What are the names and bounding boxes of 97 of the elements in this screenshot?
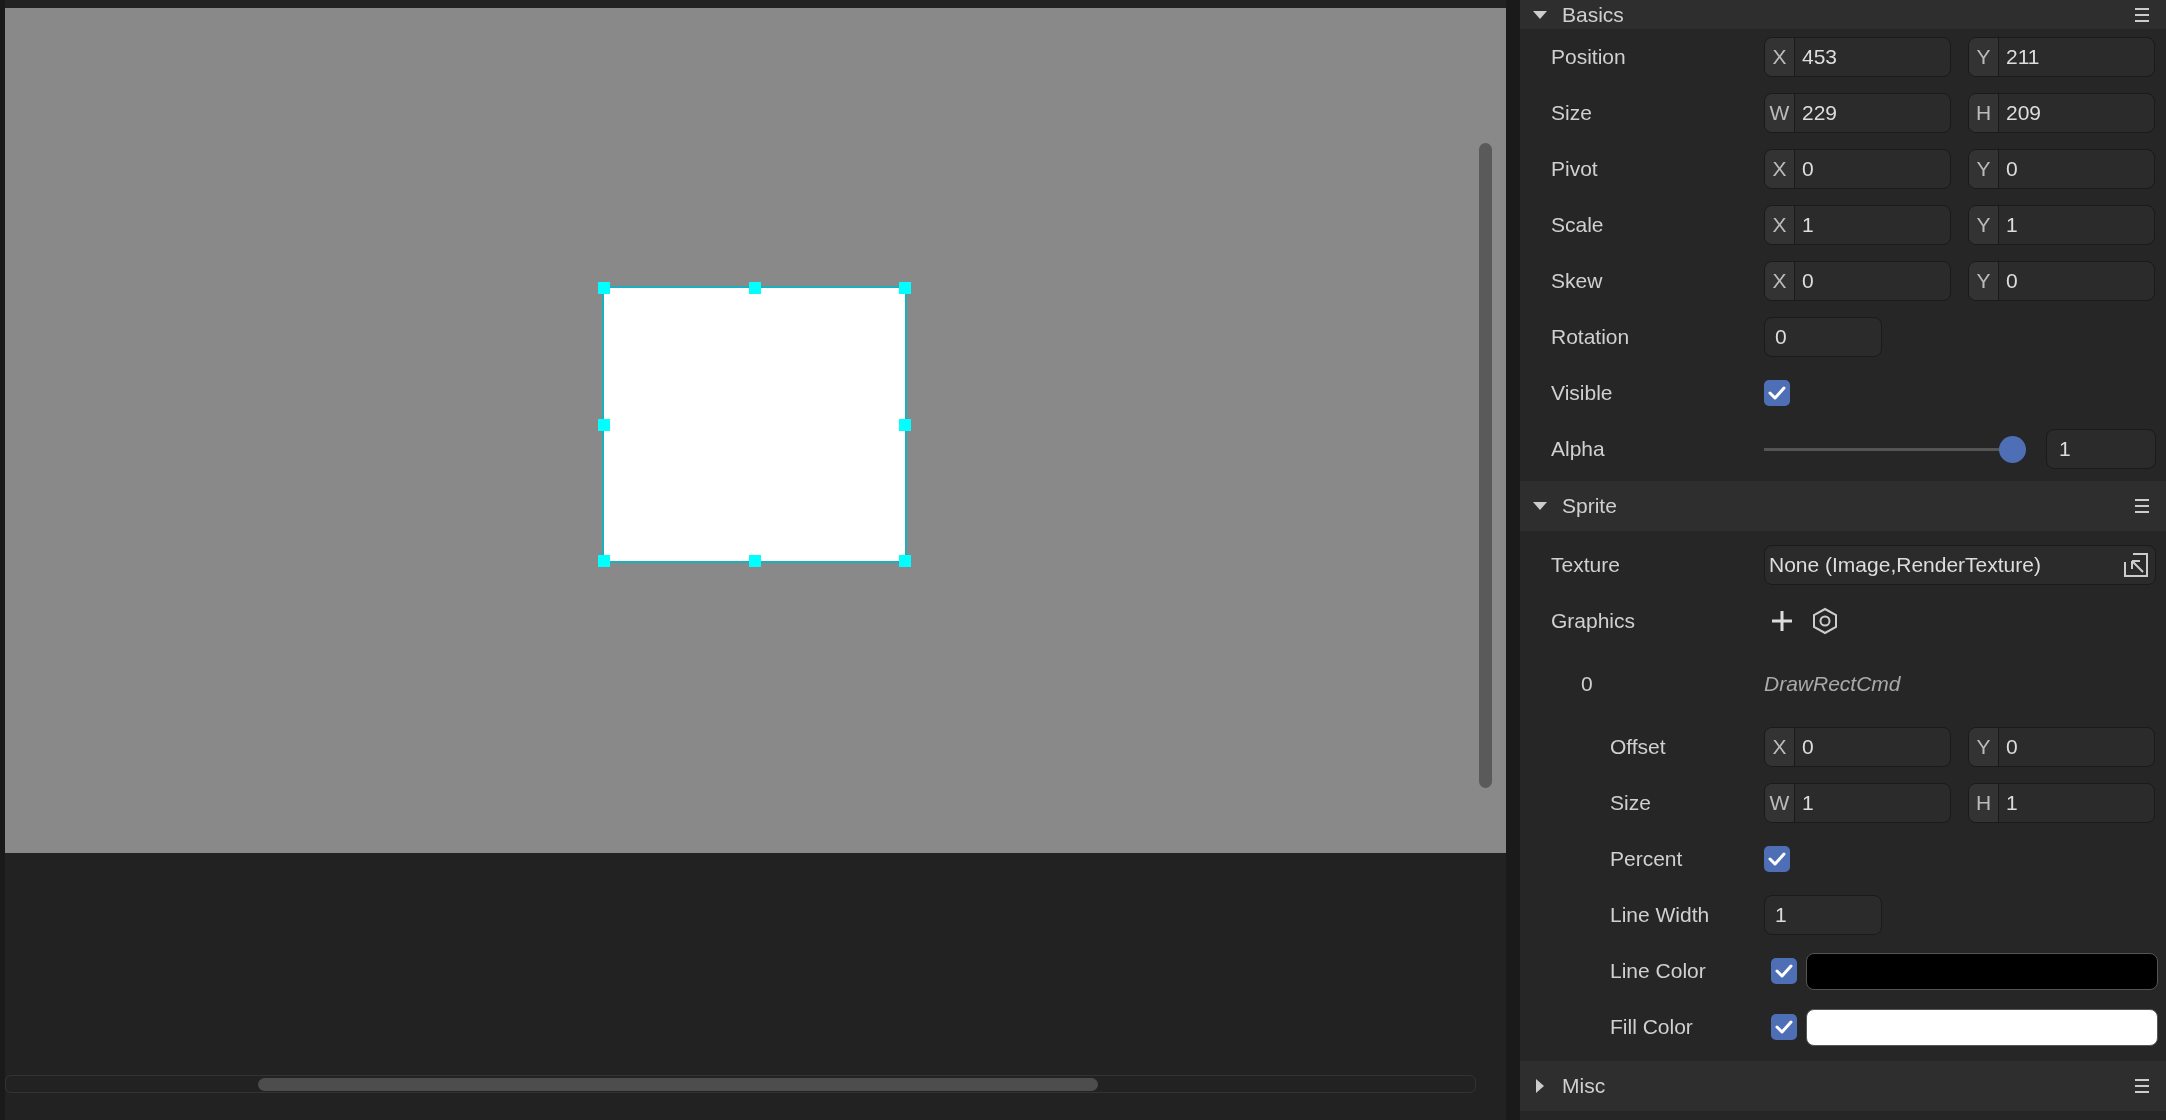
number-field[interactable]: 1: [2046, 429, 2156, 469]
property-label: Visible: [1550, 380, 1614, 407]
axis-label: Y: [1969, 206, 1999, 244]
section-header[interactable]: Basics: [1520, 0, 2166, 29]
axis-label: W: [1765, 94, 1795, 132]
resize-handle[interactable]: [899, 555, 911, 567]
property-label: Alpha: [1550, 436, 1606, 463]
section-title: Sprite: [1562, 493, 1617, 520]
number-field[interactable]: X 0: [1764, 727, 1951, 767]
number-field[interactable]: Y 1: [1968, 205, 2155, 245]
axis-label: Y: [1969, 262, 1999, 300]
field-value: 229: [1801, 100, 1839, 127]
axis-label: X: [1765, 206, 1795, 244]
pick-icon[interactable]: [2123, 552, 2149, 578]
number-field[interactable]: Y 0: [1968, 727, 2155, 767]
axis-label: Y: [1969, 728, 1999, 766]
axis-label: X: [1765, 728, 1795, 766]
section-title: Basics: [1562, 1, 1624, 28]
number-field[interactable]: 0: [1764, 317, 1882, 357]
command-name: DrawRectCmd: [1764, 671, 1901, 698]
resize-handle[interactable]: [748, 282, 761, 294]
property-label: Rotation: [1550, 324, 1631, 351]
checkmark-icon: [1775, 1020, 1793, 1034]
axis-label: H: [1969, 784, 1999, 822]
property-label: Position: [1550, 44, 1627, 71]
property-label: Size: [1609, 790, 1652, 817]
field-value: 0: [2005, 734, 2019, 761]
property-label: Graphics: [1550, 608, 1637, 635]
number-field[interactable]: W 229: [1764, 93, 1951, 133]
settings-icon[interactable]: [1812, 607, 1838, 635]
resize-handle[interactable]: [598, 555, 610, 567]
field-value: 0: [2005, 156, 2019, 183]
menu-icon[interactable]: [2134, 6, 2150, 23]
field-value: 1: [2005, 212, 2019, 239]
number-field[interactable]: 1: [1764, 895, 1882, 935]
checkmark-icon: [1768, 852, 1786, 866]
horizontal-scrollbar[interactable]: [258, 1078, 1098, 1091]
property-label: Scale: [1550, 212, 1605, 239]
vertical-scrollbar[interactable]: [1479, 143, 1492, 788]
section-title: Misc: [1562, 1073, 1606, 1100]
field-value: 1: [1801, 790, 1815, 817]
slider-thumb[interactable]: [1999, 435, 2026, 463]
field-value: 1: [1801, 212, 1815, 239]
field-value: 1: [2005, 790, 2019, 817]
property-label: Skew: [1550, 268, 1604, 295]
property-label: Line Width: [1609, 902, 1711, 929]
number-field[interactable]: X 1: [1764, 205, 1951, 245]
resize-handle[interactable]: [598, 282, 610, 294]
menu-icon[interactable]: [2134, 498, 2150, 514]
resize-handle[interactable]: [899, 282, 911, 294]
axis-label: Y: [1969, 38, 1999, 76]
resize-handle[interactable]: [899, 418, 911, 431]
checkmark-icon: [1775, 964, 1793, 978]
axis-label: Y: [1969, 150, 1999, 188]
color-swatch[interactable]: [1806, 1008, 2158, 1046]
menu-icon[interactable]: [2134, 1078, 2150, 1094]
field-value: 0: [1801, 156, 1815, 183]
command-index: 0: [1580, 671, 1594, 698]
field-value: 0: [1801, 734, 1815, 761]
plus-icon[interactable]: [1770, 609, 1794, 633]
section-header[interactable]: Sprite: [1520, 481, 2166, 531]
number-field[interactable]: H 1: [1968, 783, 2155, 823]
field-value: 0: [2005, 268, 2019, 295]
checkbox[interactable]: [1764, 380, 1790, 406]
property-label: Fill Color: [1609, 1014, 1694, 1041]
number-field[interactable]: W 1: [1764, 783, 1951, 823]
number-field[interactable]: Y 0: [1968, 261, 2155, 301]
resize-handle[interactable]: [748, 555, 761, 567]
color-swatch[interactable]: [1806, 952, 2158, 990]
field-value: 211: [2005, 44, 2041, 71]
number-field[interactable]: X 0: [1764, 149, 1951, 189]
field-value: 0: [1801, 268, 1815, 295]
texture-field[interactable]: None (Image,RenderTexture): [1764, 545, 2156, 585]
axis-label: X: [1765, 150, 1795, 188]
field-value: 209: [2005, 100, 2043, 127]
number-field[interactable]: X 453: [1764, 37, 1951, 77]
resize-handle[interactable]: [598, 418, 610, 431]
number-field[interactable]: H 209: [1968, 93, 2155, 133]
axis-label: X: [1765, 38, 1795, 76]
number-field[interactable]: Y 211: [1968, 37, 2155, 77]
checkmark-icon: [1768, 386, 1786, 400]
property-label: Pivot: [1550, 156, 1599, 183]
number-field[interactable]: X 0: [1764, 261, 1951, 301]
axis-label: X: [1765, 262, 1795, 300]
checkbox[interactable]: [1771, 958, 1797, 984]
property-label: Offset: [1609, 734, 1667, 761]
section-header[interactable]: Misc: [1520, 1061, 2166, 1111]
axis-label: W: [1765, 784, 1795, 822]
number-field[interactable]: Y 0: [1968, 149, 2155, 189]
property-label: Texture: [1550, 552, 1621, 579]
property-label: Size: [1550, 100, 1593, 127]
property-label: Line Color: [1609, 958, 1707, 985]
checkbox[interactable]: [1771, 1014, 1797, 1040]
checkbox[interactable]: [1764, 846, 1790, 872]
property-label: Percent: [1609, 846, 1684, 873]
field-value: 453: [1801, 44, 1839, 71]
axis-label: H: [1969, 94, 1999, 132]
